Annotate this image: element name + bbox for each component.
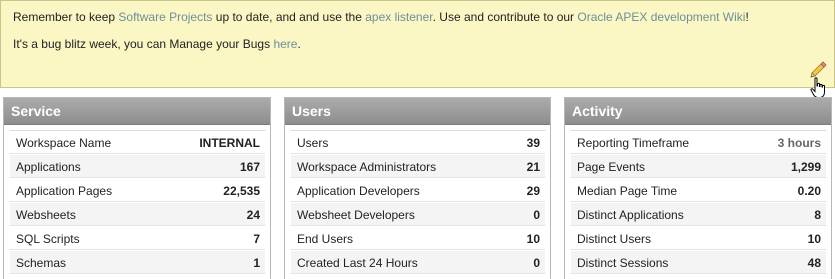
list-item: Distinct Applications 8 — [570, 202, 827, 226]
service-list: Workspace Name INTERNAL Applications 167 A… — [4, 125, 270, 274]
activity-region: Activity Reporting Timeframe 3 hours Page… — [564, 97, 832, 279]
row-label: Users — [297, 136, 329, 150]
row-label: Distinct Sessions — [577, 256, 669, 270]
list-item: Created Last 24 Hours 0 — [290, 250, 546, 274]
row-label: Websheet Developers — [297, 208, 415, 222]
row-value: 29 — [526, 184, 540, 198]
announcement-line-1: Remember to keep Software Projects up to… — [13, 10, 749, 24]
list-item: Application Developers 29 — [290, 178, 546, 202]
row-value: 0 — [533, 208, 540, 222]
row-label: Workspace Administrators — [297, 160, 437, 174]
list-item: Median Page Time 0.20 — [570, 178, 827, 202]
row-value: 0.20 — [797, 184, 821, 198]
hand-pointer-icon — [810, 77, 825, 98]
service-region-title: Service — [4, 98, 270, 125]
row-value: 0 — [533, 256, 540, 270]
row-label: Median Page Time — [577, 184, 678, 198]
list-item: Users 39 — [290, 130, 546, 154]
list-item: End Users 10 — [290, 226, 546, 250]
announcement-text: up to date, and and use the — [212, 10, 366, 24]
row-value: 167 — [239, 160, 260, 174]
announcement-text: ! — [745, 10, 749, 24]
list-item: Workspace Name INTERNAL — [9, 130, 266, 154]
announcement-banner: Remember to keep Software Projects up to… — [0, 0, 835, 98]
row-label: Applications — [16, 160, 81, 174]
row-value: 39 — [526, 136, 540, 150]
list-item: SQL Scripts 7 — [9, 226, 266, 250]
list-item: Applications 167 — [9, 154, 266, 178]
users-region: Users Users 39 Workspace Administrators 21… — [284, 97, 551, 279]
list-item: Websheet Developers 0 — [290, 202, 546, 226]
service-region: Service Workspace Name INTERNAL Applicati… — [3, 97, 271, 279]
row-label: Distinct Applications — [577, 208, 684, 222]
row-value: 10 — [807, 232, 821, 246]
announcement-text: . — [297, 37, 301, 51]
row-value: 1 — [253, 256, 260, 270]
list-item: Schemas 1 — [9, 250, 266, 274]
row-value: 3 hours — [777, 136, 821, 150]
list-item: Application Pages 22,535 — [9, 178, 266, 202]
row-label: End Users — [297, 232, 354, 246]
apex-wiki-link[interactable]: Oracle APEX development Wiki — [577, 10, 745, 24]
row-label: SQL Scripts — [16, 232, 80, 246]
activity-list: Reporting Timeframe 3 hours Page Events 1,… — [565, 125, 831, 274]
list-item: Websheets 24 — [9, 202, 266, 226]
row-label: Application Pages — [16, 184, 113, 198]
row-value: 8 — [814, 208, 821, 222]
users-region-title: Users — [285, 98, 550, 125]
row-value: INTERNAL — [199, 136, 260, 150]
announcement-text: It's a bug blitz week, you can Manage yo… — [13, 37, 274, 51]
row-label: Application Developers — [297, 184, 420, 198]
activity-region-title: Activity — [565, 98, 831, 125]
manage-bugs-link[interactable]: here — [273, 37, 297, 51]
row-label: Reporting Timeframe — [577, 136, 690, 150]
row-label: Websheets — [16, 208, 76, 222]
list-item: Workspace Administrators 21 — [290, 154, 546, 178]
list-item: Distinct Users 10 — [570, 226, 827, 250]
users-list: Users 39 Workspace Administrators 21 Appli… — [285, 125, 550, 274]
row-value: 10 — [526, 232, 540, 246]
row-value: 22,535 — [223, 184, 260, 198]
list-item: Distinct Sessions 48 — [570, 250, 827, 274]
row-label: Schemas — [16, 256, 67, 270]
row-value: 21 — [526, 160, 540, 174]
announcement-text: . Use and contribute to our — [432, 10, 578, 24]
announcement-text: Remember to keep — [13, 10, 119, 24]
row-label: Workspace Name — [16, 136, 112, 150]
apex-listener-link[interactable]: apex listener — [365, 10, 432, 24]
list-item: Reporting Timeframe 3 hours — [570, 130, 827, 154]
list-item: Page Events 1,299 — [570, 154, 827, 178]
row-label: Distinct Users — [577, 232, 652, 246]
row-value: 48 — [807, 256, 821, 270]
row-value: 24 — [246, 208, 260, 222]
row-label: Page Events — [577, 160, 646, 174]
row-value: 1,299 — [790, 160, 821, 174]
row-label: Created Last 24 Hours — [297, 256, 418, 270]
announcement-line-2: It's a bug blitz week, you can Manage yo… — [13, 37, 301, 51]
row-value: 7 — [253, 232, 260, 246]
software-projects-link[interactable]: Software Projects — [118, 10, 212, 24]
